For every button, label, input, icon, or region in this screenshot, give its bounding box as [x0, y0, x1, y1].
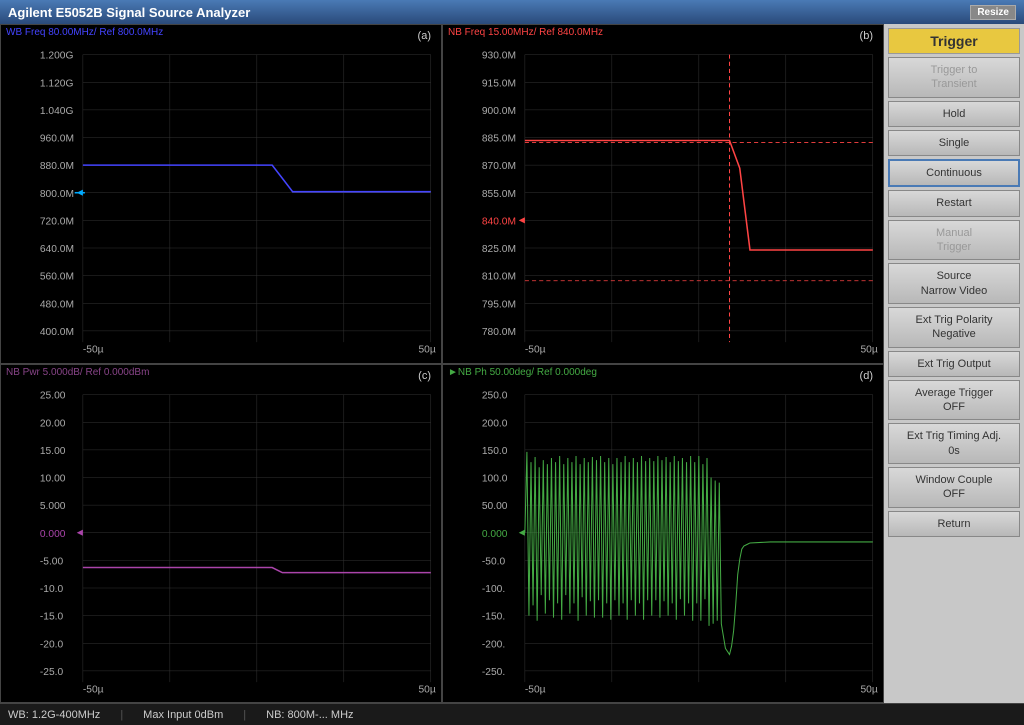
manual-trigger-button[interactable]: ManualTrigger: [888, 220, 1020, 261]
status-wb: WB: 1.2G-400MHz: [8, 709, 100, 721]
svg-text:-200.: -200.: [482, 639, 505, 650]
svg-text:-100.: -100.: [482, 584, 505, 595]
svg-text:880.0M: 880.0M: [40, 161, 74, 172]
svg-text:810.0M: 810.0M: [482, 272, 516, 283]
svg-text:-20.0: -20.0: [40, 639, 64, 650]
svg-text:25.00: 25.00: [40, 390, 66, 401]
svg-text:795.0M: 795.0M: [482, 299, 516, 310]
svg-text:-50µ: -50µ: [83, 344, 104, 355]
svg-text:900.0M: 900.0M: [482, 106, 516, 117]
source-button[interactable]: SourceNarrow Video: [888, 263, 1020, 304]
svg-text:5.000: 5.000: [40, 501, 66, 512]
ext-trig-output-button[interactable]: Ext Trig Output: [888, 351, 1020, 377]
svg-text:1.200G: 1.200G: [40, 51, 74, 62]
chart-c-svg: 25.00 20.00 15.00 10.00 5.000 0.000 -5.0…: [1, 365, 441, 703]
svg-text:720.0M: 720.0M: [40, 216, 74, 227]
svg-text:50µ: 50µ: [860, 344, 877, 355]
sidebar: Trigger Trigger toTransient Hold Single …: [884, 24, 1024, 703]
svg-text:50µ: 50µ: [860, 684, 877, 695]
svg-text:50µ: 50µ: [418, 344, 435, 355]
app-title: Agilent E5052B Signal Source Analyzer: [8, 5, 250, 20]
svg-text:15.00: 15.00: [40, 445, 66, 456]
svg-text:560.0M: 560.0M: [40, 272, 74, 283]
chart-a-title: WB Freq 80.00MHz/ Ref 800.0MHz: [6, 27, 163, 38]
chart-c: NB Pwr 5.000dB/ Ref 0.000dBm (c) 25.00 2…: [0, 364, 442, 704]
average-trigger-button[interactable]: Average TriggerOFF: [888, 380, 1020, 421]
chart-b: NB Freq 15.00MHz/ Ref 840.0MHz (b) 930.0…: [442, 24, 884, 364]
trigger-to-transient-button[interactable]: Trigger toTransient: [888, 57, 1020, 98]
titlebar: Agilent E5052B Signal Source Analyzer Re…: [0, 0, 1024, 24]
svg-text:1.040G: 1.040G: [40, 106, 74, 117]
svg-text:825.0M: 825.0M: [482, 244, 516, 255]
svg-text:840.0M: 840.0M: [482, 216, 516, 227]
sidebar-header: Trigger: [888, 28, 1020, 54]
hold-button[interactable]: Hold: [888, 101, 1020, 127]
main-area: WB Freq 80.00MHz/ Ref 800.0MHz (a) 1.200…: [0, 24, 1024, 703]
svg-text:150.0: 150.0: [482, 445, 508, 456]
svg-text:50µ: 50µ: [418, 684, 435, 695]
svg-text:-50µ: -50µ: [525, 684, 546, 695]
svg-text:50.00: 50.00: [482, 501, 508, 512]
charts-area: WB Freq 80.00MHz/ Ref 800.0MHz (a) 1.200…: [0, 24, 884, 703]
chart-d-title: ►NB Ph 50.00deg/ Ref 0.000deg: [448, 367, 597, 378]
status-nb: NB: 800M-... MHz: [266, 709, 353, 721]
window-couple-button[interactable]: Window CoupleOFF: [888, 467, 1020, 508]
svg-text:10.00: 10.00: [40, 473, 66, 484]
svg-text:930.0M: 930.0M: [482, 51, 516, 62]
svg-text:200.0: 200.0: [482, 418, 508, 429]
chart-c-label: (c): [418, 370, 431, 382]
chart-d-svg: 250.0 200.0 150.0 100.0 50.00 0.000 -50.…: [443, 365, 883, 703]
chart-c-title: NB Pwr 5.000dB/ Ref 0.000dBm: [6, 367, 149, 378]
continuous-button[interactable]: Continuous: [888, 159, 1020, 187]
svg-text:1.120G: 1.120G: [40, 78, 74, 89]
svg-text:-5.00: -5.00: [40, 556, 64, 567]
svg-text:870.0M: 870.0M: [482, 161, 516, 172]
svg-text:-50.0: -50.0: [482, 556, 506, 567]
single-button[interactable]: Single: [888, 130, 1020, 156]
svg-text:640.0M: 640.0M: [40, 244, 74, 255]
chart-b-title: NB Freq 15.00MHz/ Ref 840.0MHz: [448, 27, 603, 38]
chart-d-label: (d): [860, 370, 873, 382]
ext-trig-polarity-button[interactable]: Ext Trig PolarityNegative: [888, 307, 1020, 348]
svg-text:20.00: 20.00: [40, 418, 66, 429]
chart-d: ►NB Ph 50.00deg/ Ref 0.000deg (d) 250.0 …: [442, 364, 884, 704]
statusbar: WB: 1.2G-400MHz | Max Input 0dBm | NB: 8…: [0, 703, 1024, 725]
status-max-input: Max Input 0dBm: [143, 709, 223, 721]
resize-button[interactable]: Resize: [970, 5, 1016, 20]
svg-text:0.000: 0.000: [40, 528, 66, 539]
svg-text:400.0M: 400.0M: [40, 327, 74, 338]
svg-text:-10.0: -10.0: [40, 584, 64, 595]
svg-text:885.0M: 885.0M: [482, 134, 516, 145]
svg-text:-150.: -150.: [482, 611, 505, 622]
return-button[interactable]: Return: [888, 511, 1020, 537]
chart-a-svg: 1.200G 1.120G 1.040G 960.0M 880.0M 800.0…: [1, 25, 441, 363]
svg-text:-50µ: -50µ: [83, 684, 104, 695]
svg-text:0.000: 0.000: [482, 528, 508, 539]
chart-b-svg: 930.0M 915.0M 900.0M 885.0M 870.0M 855.0…: [443, 25, 883, 363]
chart-a: WB Freq 80.00MHz/ Ref 800.0MHz (a) 1.200…: [0, 24, 442, 364]
svg-text:960.0M: 960.0M: [40, 134, 74, 145]
svg-text:800.0M: 800.0M: [40, 189, 74, 200]
restart-button[interactable]: Restart: [888, 190, 1020, 216]
svg-text:915.0M: 915.0M: [482, 78, 516, 89]
svg-text:480.0M: 480.0M: [40, 299, 74, 310]
chart-a-label: (a): [418, 30, 431, 42]
svg-text:-15.0: -15.0: [40, 611, 64, 622]
svg-text:250.0: 250.0: [482, 390, 508, 401]
svg-text:-250.: -250.: [482, 666, 505, 677]
svg-text:-50µ: -50µ: [525, 344, 546, 355]
svg-text:-25.0: -25.0: [40, 666, 64, 677]
chart-b-label: (b): [860, 30, 873, 42]
svg-text:855.0M: 855.0M: [482, 189, 516, 200]
ext-trig-timing-button[interactable]: Ext Trig Timing Adj.0s: [888, 423, 1020, 464]
svg-text:780.0M: 780.0M: [482, 327, 516, 338]
svg-text:100.0: 100.0: [482, 473, 508, 484]
